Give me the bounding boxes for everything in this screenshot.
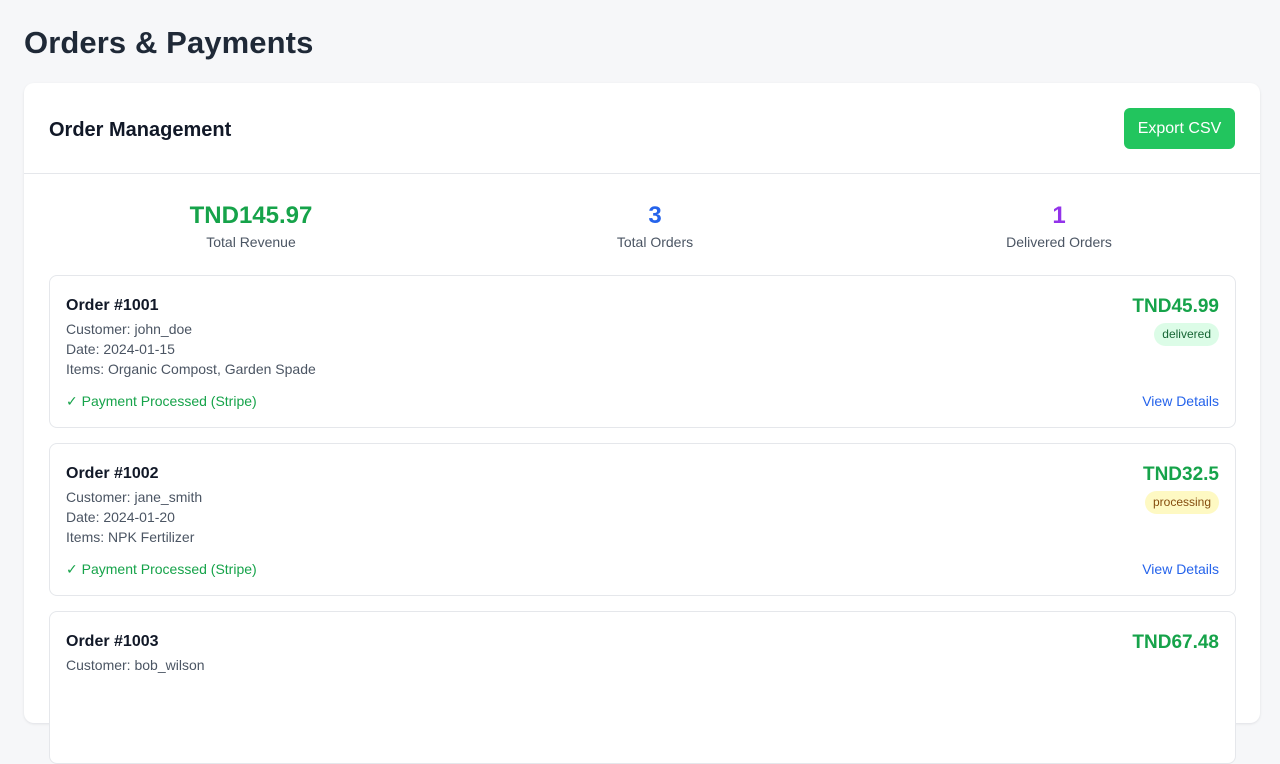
- stat-value: TND145.97: [189, 202, 313, 229]
- stat-label: Total Revenue: [206, 234, 296, 250]
- stat-value: 3: [648, 202, 662, 229]
- order-id: Order #1001: [66, 297, 159, 314]
- stats-row: TND145.97 Total Revenue 3 Total Orders 1…: [49, 203, 1260, 253]
- order-customer: Customer: jane_smith: [66, 489, 203, 505]
- page-title: Orders & Payments: [24, 25, 314, 60]
- export-csv-button[interactable]: Export CSV: [1124, 108, 1235, 149]
- order-amount: TND32.5: [1142, 464, 1219, 485]
- order-items: Items: NPK Fertilizer: [66, 529, 195, 545]
- status-badge: processing: [1144, 491, 1219, 514]
- order-amount: TND45.99: [1132, 296, 1219, 317]
- order-amount: TND67.48: [1132, 632, 1219, 653]
- order-date: Date: 2024-01-15: [66, 341, 175, 357]
- stat-value: 1: [1052, 202, 1066, 229]
- order-date: Date: 2024-01-20: [66, 509, 175, 525]
- order-card: Order #1002 Customer: jane_smith Date: 2…: [49, 443, 1236, 596]
- payment-status: ✓ Payment Processed (Stripe): [66, 561, 257, 577]
- card-header: Order Management Export CSV: [24, 83, 1260, 174]
- view-details-link[interactable]: View Details: [1142, 560, 1219, 578]
- order-customer: Customer: john_doe: [66, 321, 193, 337]
- order-id: Order #1002: [66, 465, 159, 482]
- order-card: Order #1003 Customer: bob_wilson TND67.4…: [49, 611, 1236, 764]
- card-title: Order Management: [49, 119, 232, 141]
- stat-total-revenue: TND145.97 Total Revenue: [49, 203, 453, 251]
- payment-status: ✓ Payment Processed (Stripe): [66, 393, 257, 409]
- stat-delivered-orders: 1 Delivered Orders: [857, 203, 1261, 251]
- stat-total-orders: 3 Total Orders: [453, 203, 857, 251]
- order-items: Items: Organic Compost, Garden Spade: [66, 361, 316, 377]
- status-badge: delivered: [1154, 323, 1219, 346]
- stat-label: Total Orders: [616, 234, 694, 250]
- order-id: Order #1003: [66, 633, 159, 650]
- view-details-link[interactable]: View Details: [1142, 392, 1219, 410]
- order-customer: Customer: bob_wilson: [66, 657, 205, 673]
- order-card: Order #1001 Customer: john_doe Date: 202…: [49, 275, 1236, 428]
- order-management-card: Order Management Export CSV TND145.97 To…: [24, 83, 1260, 764]
- stat-label: Delivered Orders: [1006, 234, 1112, 250]
